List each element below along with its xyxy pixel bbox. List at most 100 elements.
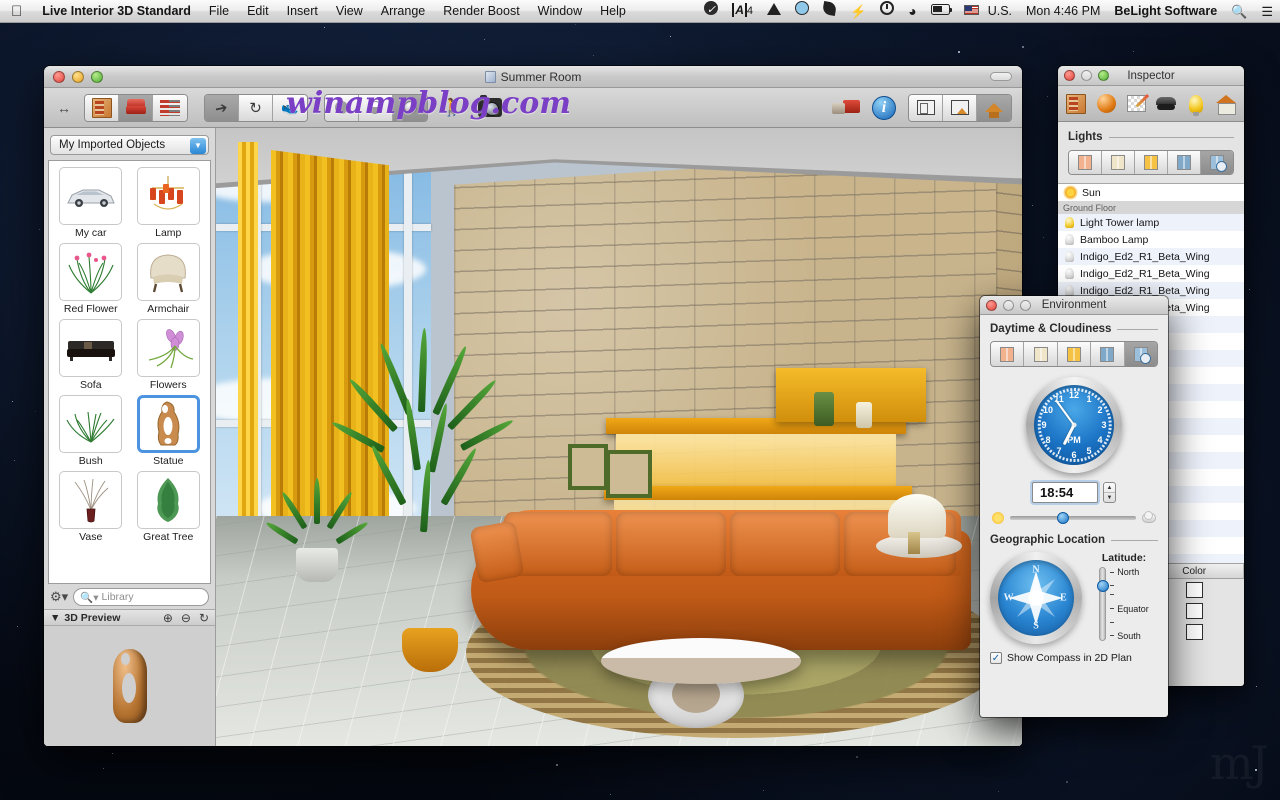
time-input-row[interactable]: 18:54 ▲ ▼ [990, 482, 1158, 503]
list-icon[interactable] [153, 95, 187, 121]
globe-icon[interactable] [788, 0, 816, 23]
toolbar-toggle-button[interactable] [990, 72, 1012, 81]
texture-pencil-icon[interactable] [1123, 90, 1150, 117]
coffee-table[interactable] [601, 638, 801, 684]
battery-icon[interactable] [924, 0, 957, 23]
compass-face[interactable]: N E S W [998, 560, 1074, 636]
show-compass-checkbox[interactable]: ✓ [990, 652, 1002, 664]
adobe-icon[interactable]: A4 [725, 0, 760, 23]
apple-logo-icon[interactable]:  [0, 4, 33, 19]
building-icon[interactable] [1063, 90, 1090, 117]
dawn-window-icon[interactable] [991, 342, 1024, 366]
day-window-icon[interactable] [1102, 151, 1135, 174]
latitude-slider-knob[interactable] [1097, 580, 1109, 592]
object-item-great-tree[interactable]: Great Tree [132, 471, 206, 543]
list-item[interactable]: Sun [1058, 184, 1244, 201]
list-icon[interactable]: ☰ [1254, 0, 1280, 23]
zoom-in-icon[interactable]: ⊕ [163, 611, 173, 625]
clock-minute-hand[interactable] [1055, 399, 1075, 425]
latitude-slider[interactable] [1099, 567, 1106, 641]
object-item-vase[interactable]: Vase [54, 471, 128, 543]
3d-viewport[interactable] [216, 128, 1022, 746]
home-3d-view-icon[interactable] [977, 95, 1011, 121]
walk-tool-icon[interactable]: 👟 [273, 95, 307, 121]
gear-icon[interactable]: ⚙▾ [50, 589, 68, 605]
furniture-icon[interactable] [1153, 90, 1180, 117]
input-source-label[interactable]: U.S. [986, 0, 1019, 23]
inspector-titlebar[interactable]: Inspector [1058, 66, 1244, 86]
night-window-icon[interactable] [1091, 342, 1124, 366]
custom-time-window-icon[interactable] [1201, 151, 1233, 174]
color-swatch[interactable] [1186, 603, 1203, 619]
menu-file[interactable]: File [200, 0, 238, 23]
menu-window[interactable]: Window [529, 0, 591, 23]
inspector-tabbar[interactable] [1058, 86, 1244, 122]
environment-titlebar[interactable]: Environment [980, 296, 1168, 315]
object-item-red-flower[interactable]: Red Flower [54, 243, 128, 315]
daytime-preset-segmented-control[interactable] [990, 341, 1158, 367]
evening-window-icon[interactable] [1058, 342, 1091, 366]
us-flag-icon[interactable] [957, 0, 986, 23]
main-application-window[interactable]: Summer Room ↔ ➔ ↻ 👟 🚶 winampblog.com i M… [44, 66, 1022, 746]
night-window-icon[interactable] [1168, 151, 1201, 174]
preview-zoom-controls[interactable]: ⊕ ⊖ ↻ [163, 611, 209, 625]
time-clock-control[interactable]: 12 1 2 3 4 5 6 7 8 9 10 11 PM [990, 377, 1158, 473]
cloudiness-slider-knob[interactable] [1057, 512, 1069, 524]
main-toolbar[interactable]: ↔ ➔ ↻ 👟 🚶 winampblog.com i [44, 88, 1022, 128]
show-compass-row[interactable]: ✓ Show Compass in 2D Plan [990, 652, 1158, 664]
compass-control[interactable]: N E S W [990, 552, 1082, 644]
object-item-armchair[interactable]: Armchair [132, 243, 206, 315]
google-drive-icon[interactable] [760, 0, 788, 23]
dawn-window-icon[interactable] [1069, 151, 1102, 174]
camera-icon[interactable] [476, 94, 504, 122]
analog-clock[interactable]: 12 1 2 3 4 5 6 7 8 9 10 11 PM [1026, 377, 1122, 473]
inspector-daytime-presets[interactable] [1068, 150, 1234, 175]
time-machine-icon[interactable] [873, 0, 901, 23]
flat-shading-icon[interactable] [325, 95, 359, 121]
list-item[interactable]: Indigo_Ed2_R1_Beta_Wing [1058, 265, 1244, 282]
disclosure-triangle-icon[interactable]: ▼ [50, 612, 60, 624]
menu-insert[interactable]: Insert [278, 0, 327, 23]
list-item[interactable]: Indigo_Ed2_R1_Beta_Wing [1058, 248, 1244, 265]
environment-window[interactable]: Environment Daytime & Cloudiness 12 1 2 3 4 5… [980, 296, 1168, 717]
arrow-tool-icon[interactable]: ➔ [205, 95, 239, 121]
half-shading-icon[interactable] [359, 95, 393, 121]
collection-popup-button[interactable]: My Imported Objects ▼ [50, 135, 209, 155]
color-swatch[interactable] [1186, 582, 1203, 598]
library-search-row[interactable]: ⚙▾ 🔍▾ Library [44, 584, 215, 609]
evening-window-icon[interactable] [1135, 151, 1168, 174]
color-swatch[interactable] [1186, 624, 1203, 640]
object-item-sofa[interactable]: Sofa [54, 319, 128, 391]
menu-bar[interactable]:  Live Interior 3D Standard File Edit In… [0, 0, 1280, 23]
bolt-icon[interactable]: ⚡ [843, 0, 873, 23]
object-item-flowers[interactable]: Flowers [132, 319, 206, 391]
plan-view-icon[interactable] [909, 95, 943, 121]
object-item-my-car[interactable]: My car [54, 167, 128, 239]
object-panel-segmented-control[interactable] [84, 94, 188, 122]
menu-edit[interactable]: Edit [238, 0, 278, 23]
list-item[interactable]: Bamboo Lamp [1058, 231, 1244, 248]
render-truck-icon[interactable] [832, 94, 860, 122]
wifi-icon[interactable]: ◕ [901, 0, 923, 23]
furniture-icon[interactable] [119, 95, 153, 121]
search-icon[interactable]: 🔍 [1224, 0, 1254, 23]
clock-face[interactable]: 12 1 2 3 4 5 6 7 8 9 10 11 PM [1034, 385, 1114, 465]
cloudiness-slider[interactable] [1010, 516, 1136, 520]
menu-render-boost[interactable]: Render Boost [434, 0, 528, 23]
stepper-down-icon[interactable]: ▼ [1104, 493, 1115, 502]
circle-check-icon[interactable] [697, 0, 725, 23]
bookcase-icon[interactable] [85, 95, 119, 121]
material-sphere-icon[interactable] [1093, 90, 1120, 117]
menu-help[interactable]: Help [591, 0, 635, 23]
object-item-statue[interactable]: Statue [132, 395, 206, 467]
time-field[interactable]: 18:54 [1032, 482, 1098, 503]
full-shading-icon[interactable] [393, 95, 427, 121]
menu-arrange[interactable]: Arrange [372, 0, 434, 23]
light-bulb-icon[interactable] [1183, 90, 1210, 117]
list-item[interactable]: Light Tower lamp [1058, 214, 1244, 231]
statue-preview-model[interactable] [113, 649, 147, 723]
time-stepper[interactable]: ▲ ▼ [1103, 482, 1116, 503]
menu-app-name[interactable]: Live Interior 3D Standard [33, 0, 200, 23]
site-house-icon[interactable] [1213, 90, 1240, 117]
rotate-tool-icon[interactable]: ↻ [239, 95, 273, 121]
